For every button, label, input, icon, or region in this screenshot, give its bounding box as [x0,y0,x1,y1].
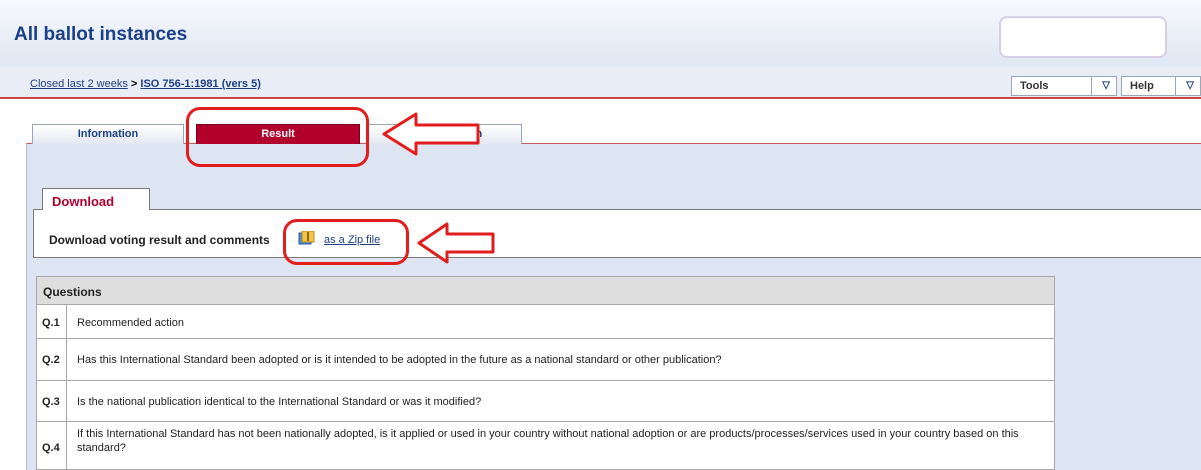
breadcrumb-separator: > [130,78,138,90]
annotation-arrow-icon [417,222,495,264]
breadcrumb: Closed last 2 weeks > ISO 756-1:1981 (ve… [30,78,261,90]
table-row: Q.1 Recommended action [37,305,1054,339]
help-menu-label: Help [1130,80,1154,92]
chevron-down-icon: ▽ [1186,80,1194,91]
annotation-oval-result [186,107,369,167]
tab-information[interactable]: Information [32,124,184,144]
question-text: Is the national publication identical to… [77,396,482,408]
menu-divider [1175,77,1176,95]
question-number: Q.3 [37,381,67,421]
page-header: All ballot instances [0,0,1201,66]
table-row: Q.4 If this International Standard has n… [37,422,1054,469]
question-number: Q.2 [37,339,67,380]
download-label: Download voting result and comments [49,233,270,247]
questions-header: Questions [37,277,1054,305]
breadcrumb-parent-link[interactable]: Closed last 2 weeks [30,78,128,90]
download-title: Download [42,188,150,210]
question-number: Q.1 [37,305,67,338]
table-row: Q.2 Has this International Standard been… [37,339,1054,381]
question-number: Q.4 [37,422,67,469]
question-text: Recommended action [77,317,185,329]
table-row: Q.3 Is the national publication identica… [37,381,1054,422]
help-menu-button[interactable]: Help ▽ [1121,76,1201,96]
question-text: If this International Standard has not b… [77,428,1019,454]
menu-divider [1091,77,1092,95]
tools-menu-label: Tools [1020,80,1049,92]
page-title: All ballot instances [14,24,188,45]
tools-menu-button[interactable]: Tools ▽ [1011,76,1117,96]
chevron-down-icon: ▽ [1102,80,1110,91]
search-box[interactable] [999,16,1167,58]
annotation-arrow-icon [382,112,480,156]
question-text: Has this International Standard been ado… [77,354,722,366]
questions-table: Questions Q.1 Recommended action Q.2 Has… [36,276,1055,470]
breadcrumb-current-link[interactable]: ISO 756-1:1981 (vers 5) [140,78,260,90]
annotation-oval-zip [283,219,409,265]
